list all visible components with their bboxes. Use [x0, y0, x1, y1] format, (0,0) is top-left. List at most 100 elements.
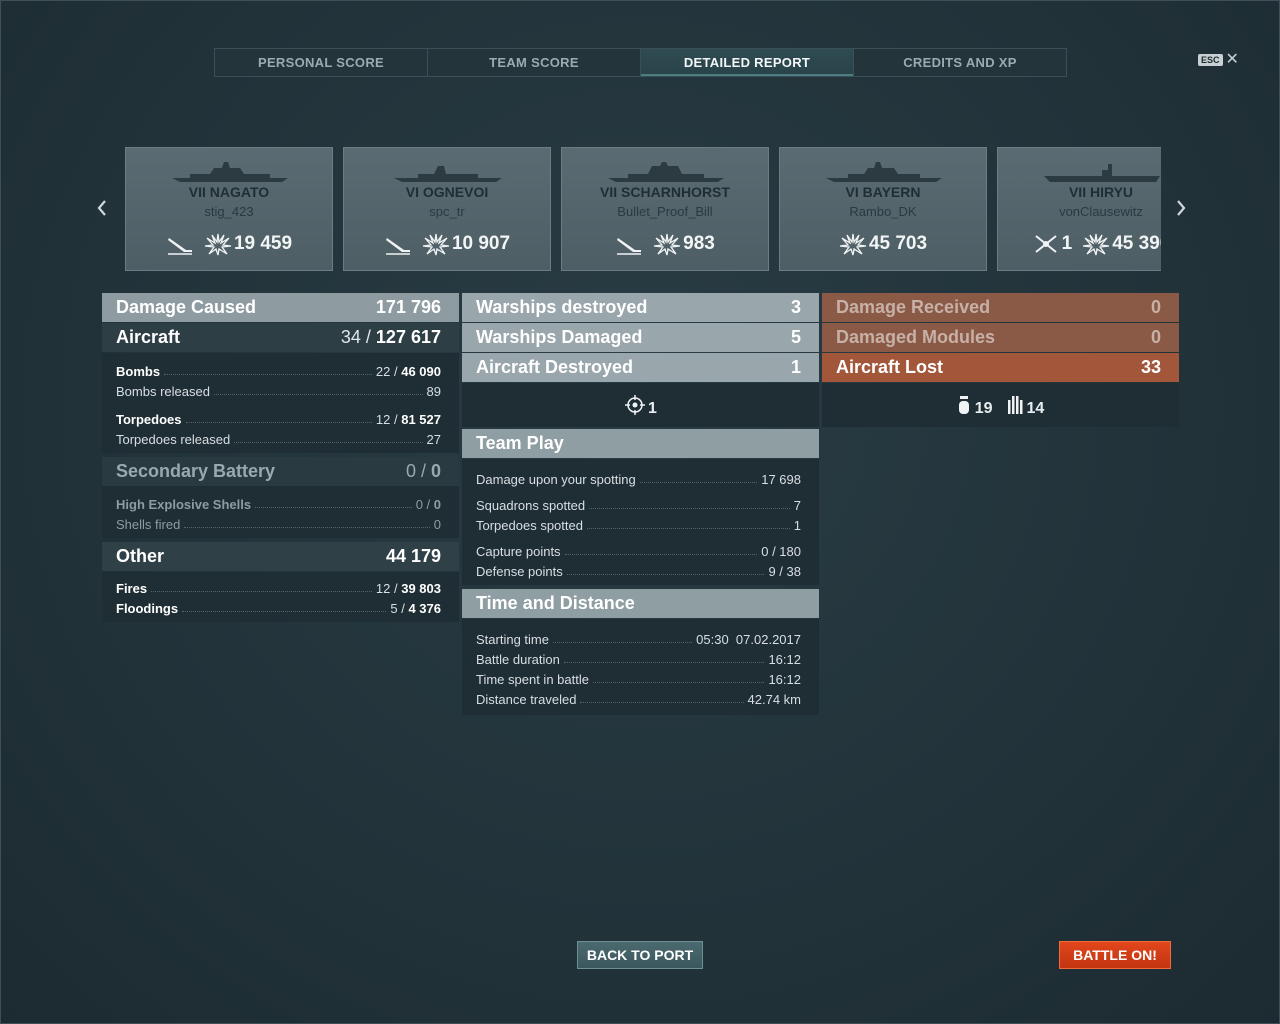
sink-icon	[385, 238, 410, 255]
battle-button[interactable]: BATTLE ON!	[1059, 941, 1171, 969]
plane-shot-icon	[1035, 235, 1057, 253]
team-play-row: Squadrons spotted 7	[476, 498, 801, 513]
carousel-next-button[interactable]	[1174, 196, 1188, 220]
spotting-value: 1	[648, 400, 657, 417]
ship-silhouette-icon	[172, 162, 288, 182]
ship-silhouette-icon	[608, 162, 724, 182]
damage-caused-title: Damage Caused	[116, 297, 257, 317]
other-damage-row: Other 44 179	[102, 542, 459, 571]
damage-icon	[204, 233, 232, 256]
chevron-right-icon	[1177, 200, 1186, 216]
torpedoes-row: Torpedoes 12 / 81 527	[116, 412, 441, 427]
fires-row: Fires 12 / 39 803	[116, 581, 441, 596]
close-button[interactable]: ESC ✕	[1198, 51, 1239, 68]
kills-icons-bar: 1	[462, 383, 819, 427]
tab-team-score[interactable]: TEAM SCORE	[428, 49, 641, 76]
aircraft-hits: 34	[340, 327, 361, 347]
time-distance-row: Distance traveled 42.74 km	[476, 692, 801, 707]
ship-name: VI BAYERN	[845, 184, 921, 200]
ship-card[interactable]: VII HIRYU vonClausewitz 1 45 390	[997, 147, 1161, 271]
bomb-icon	[958, 396, 969, 414]
team-play-row: Torpedoes spotted 1	[476, 518, 801, 533]
ship-card[interactable]: VI BAYERN Rambo_DK 45 703	[779, 147, 987, 271]
damage-icon	[422, 233, 450, 256]
close-icon: ✕	[1225, 51, 1239, 68]
ship-card[interactable]: VII NAGATO stig_423 19 459	[125, 147, 333, 271]
torpedo-icon	[1007, 396, 1022, 414]
bombers-lost-value: 19	[974, 400, 993, 417]
team-play-row: Defense points 9 / 38	[476, 564, 801, 579]
time-distance-row: Time spent in battle 16:12	[476, 672, 801, 687]
he-shells-row: High Explosive Shells 0 / 0	[116, 497, 441, 512]
player-name: spc_tr	[429, 204, 465, 219]
damage-value: 19 459	[233, 233, 293, 254]
aircraft-lost-icons: 19 14	[822, 383, 1179, 427]
damage-caused-header: Damage Caused 171 796	[102, 293, 459, 322]
ship-card[interactable]: VII SCHARNHORST Bullet_Proof_Bill 983	[561, 147, 769, 271]
damaged-modules-row: Damaged Modules 0	[822, 323, 1179, 352]
aircraft-breakdown: Bombs 22 / 46 090 Bombs released 89 Torped…	[102, 353, 459, 453]
damage-value: 10 907	[451, 233, 511, 254]
planes-shot-value: 1	[1061, 233, 1073, 254]
sink-icon	[167, 238, 192, 255]
ship-name: VII NAGATO	[188, 184, 270, 200]
damage-icon	[1083, 233, 1110, 256]
ship-carousel: VII NAGATO stig_423 19 459 VI OGNEVOI sp…	[125, 147, 1161, 271]
kills-panel: Warships destroyed 3 Warships Damaged 5 Ai…	[462, 293, 819, 715]
player-name: vonClausewitz	[1059, 204, 1143, 219]
ship-name: VII HIRYU	[1068, 184, 1134, 200]
ship-name: VI OGNEVOI	[405, 184, 489, 200]
ship-silhouette-icon	[826, 162, 942, 182]
torpedo-bombers-lost-value: 14	[1026, 400, 1045, 417]
secondary-breakdown: High Explosive Shells 0 / 0 Shells fired 0	[102, 486, 459, 538]
back-to-port-button[interactable]: BACK TO PORT	[577, 941, 703, 969]
tab-detailed-report[interactable]: DETAILED REPORT	[641, 49, 854, 76]
bombs-released-row: Bombs released 89	[116, 384, 441, 399]
aircraft-lost-row: Aircraft Lost 33	[822, 353, 1179, 382]
secondary-battery-row: Secondary Battery 0 / 0	[102, 457, 459, 486]
damage-caused-panel: Damage Caused 171 796 Aircraft 34 / 127 …	[102, 293, 459, 622]
ship-card[interactable]: VI OGNEVOI spc_tr 10 907	[343, 147, 551, 271]
sink-icon	[617, 238, 642, 255]
warships-destroyed-row: Warships destroyed 3	[462, 293, 819, 322]
time-distance-header: Time and Distance	[462, 589, 819, 618]
time-distance-row: Battle duration 16:12	[476, 652, 801, 667]
damage-icon	[654, 233, 681, 256]
damage-value: 45 703	[868, 233, 928, 254]
damage-value: 45 390	[1112, 233, 1161, 254]
tab-personal-score[interactable]: PERSONAL SCORE	[215, 49, 428, 76]
team-play-body: Damage upon your spotting 17 698 Squadron…	[462, 459, 819, 585]
damage-caused-value: 171 796	[375, 297, 441, 317]
time-distance-body: Starting time 05:30 07.02.2017 Battle dur…	[462, 619, 819, 715]
damage-received-row: Damage Received 0	[822, 293, 1179, 322]
team-play-row: Capture points 0 / 180	[476, 544, 801, 559]
ship-silhouette-icon	[1044, 164, 1160, 182]
damage-received-panel: Damage Received 0 Damaged Modules 0 Aircra…	[822, 293, 1179, 427]
player-name: Bullet_Proof_Bill	[617, 204, 713, 219]
shells-fired-row: Shells fired 0	[116, 517, 441, 532]
result-tabs: PERSONAL SCORE TEAM SCORE DETAILED REPOR…	[214, 48, 1067, 77]
ship-silhouette-icon	[394, 166, 502, 182]
other-breakdown: Fires 12 / 39 803 Floodings 5 / 4 376	[102, 572, 459, 622]
player-name: Rambo_DK	[849, 204, 917, 219]
crosshair-icon	[625, 395, 646, 415]
team-play-row: Damage upon your spotting 17 698	[476, 472, 801, 487]
aircraft-damage-row: Aircraft 34 / 127 617	[102, 323, 459, 352]
ship-name: VII SCHARNHORST	[600, 184, 730, 200]
aircraft-destroyed-row: Aircraft Destroyed 1	[462, 353, 819, 382]
bombs-row: Bombs 22 / 46 090	[116, 364, 441, 379]
time-distance-row: Starting time 05:30 07.02.2017	[476, 632, 801, 647]
damage-value: 983	[683, 233, 715, 254]
aircraft-damage: 127 617	[375, 327, 441, 347]
warships-damaged-row: Warships Damaged 5	[462, 323, 819, 352]
floodings-row: Floodings 5 / 4 376	[116, 601, 441, 616]
player-name: stig_423	[204, 204, 254, 219]
torpedoes-released-row: Torpedoes released 27	[116, 432, 441, 447]
chevron-left-icon	[97, 200, 106, 216]
aircraft-label: Aircraft	[116, 327, 181, 347]
tab-credits-and-xp[interactable]: CREDITS AND XP	[854, 49, 1066, 76]
esc-key-label: ESC	[1198, 54, 1223, 66]
carousel-prev-button[interactable]	[95, 196, 109, 220]
damage-icon	[839, 233, 867, 256]
team-play-header: Team Play	[462, 429, 819, 458]
